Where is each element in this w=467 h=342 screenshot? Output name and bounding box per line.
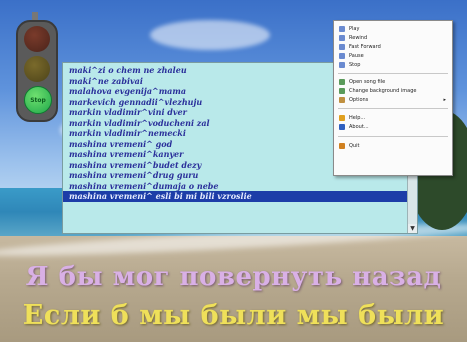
traffic-light-body: Stop bbox=[16, 20, 58, 122]
menu-item-label: Pause bbox=[349, 53, 364, 59]
image-icon bbox=[339, 88, 345, 94]
quit-icon bbox=[339, 143, 345, 149]
open-file-icon bbox=[339, 79, 345, 85]
menu-item-play[interactable]: Play bbox=[334, 25, 452, 33]
about-icon bbox=[339, 124, 345, 130]
song-list-item[interactable]: mashina vremeni^ esli bi mi bili vzrosli… bbox=[63, 191, 407, 202]
scroll-down-arrow-icon[interactable]: ▼ bbox=[408, 224, 417, 233]
menu-item-stop[interactable]: Stop bbox=[334, 61, 452, 69]
traffic-light-widget[interactable]: Stop bbox=[14, 12, 58, 122]
menu-item-options[interactable]: Options ▸ bbox=[334, 96, 452, 104]
menu-item-help[interactable]: Help... bbox=[334, 114, 452, 122]
menu-item-quit[interactable]: Quit bbox=[334, 142, 452, 150]
red-light-icon bbox=[24, 26, 50, 52]
menu-item-label: Help... bbox=[349, 115, 366, 121]
menu-item-label: About... bbox=[349, 124, 369, 130]
menu-item-label: Quit bbox=[349, 143, 360, 149]
cloud bbox=[150, 20, 270, 50]
menu-separator bbox=[338, 136, 448, 137]
menu-item-label: Rewind bbox=[349, 35, 368, 41]
menu-item-label: Stop bbox=[349, 62, 361, 68]
menu-item-fast-forward[interactable]: Fast Forward bbox=[334, 43, 452, 51]
play-icon bbox=[339, 26, 345, 32]
menu-item-label: Play bbox=[349, 26, 360, 32]
menu-item-about[interactable]: About... bbox=[334, 123, 452, 131]
context-menu: Play Rewind Fast Forward Pause Stop Open song… bbox=[333, 20, 453, 176]
submenu-arrow-icon: ▸ bbox=[443, 97, 446, 103]
menu-item-pause[interactable]: Pause bbox=[334, 52, 452, 60]
pause-icon bbox=[339, 53, 345, 59]
menu-item-label: Open song file bbox=[349, 79, 386, 85]
yellow-light-icon bbox=[24, 56, 50, 82]
fast-forward-icon bbox=[339, 44, 345, 50]
menu-separator bbox=[338, 108, 448, 109]
lyric-line-next: Если б мы были мы были bbox=[22, 300, 445, 331]
menu-separator bbox=[338, 73, 448, 74]
lyric-line-current: Я бы мог повернуть назад bbox=[25, 262, 442, 292]
menu-item-label: Change background image bbox=[349, 88, 417, 94]
green-light-label: Stop bbox=[30, 96, 46, 104]
song-list-item[interactable]: mashina vremeni^dumaja o nebe bbox=[63, 181, 407, 192]
help-icon bbox=[339, 115, 345, 121]
options-icon bbox=[339, 97, 345, 103]
menu-item-change-background-image[interactable]: Change background image bbox=[334, 87, 452, 95]
menu-item-rewind[interactable]: Rewind bbox=[334, 34, 452, 42]
menu-item-label: Options bbox=[349, 97, 369, 103]
menu-item-open-song-file[interactable]: Open song file bbox=[334, 78, 452, 86]
menu-item-label: Fast Forward bbox=[349, 44, 381, 50]
stop-icon bbox=[339, 62, 345, 68]
rewind-icon bbox=[339, 35, 345, 41]
green-light-icon[interactable]: Stop bbox=[24, 86, 52, 114]
